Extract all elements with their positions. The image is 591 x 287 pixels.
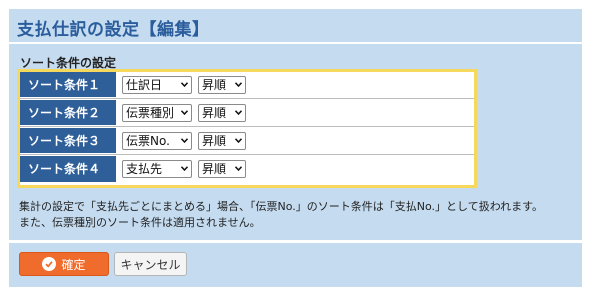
sort-row-2: ソート条件２ 伝票種別 昇順 (20, 100, 474, 127)
footer-divider (9, 240, 582, 243)
sort-row-1: ソート条件１ 仕訳日 昇順 (20, 72, 474, 99)
select-value: 伝票No. (126, 134, 170, 148)
sort-field-select-2[interactable]: 伝票種別 (122, 104, 192, 122)
page-title: 支払仕訳の設定【編集】 (17, 20, 210, 40)
sort-order-select-4[interactable]: 昇順 (198, 160, 246, 178)
select-value: 昇順 (202, 78, 227, 92)
note-line-2: また、伝票種別のソート条件は適用されません。 (19, 216, 261, 229)
cancel-button-label: キャンセル (120, 257, 181, 272)
settings-panel: 支払仕訳の設定【編集】 ソート条件の設定 ソート条件１ 仕訳日 昇順 ソート条件… (9, 9, 582, 287)
sort-row-3: ソート条件３ 伝票No. 昇順 (20, 128, 474, 155)
sort-field-select-3[interactable]: 伝票No. (122, 132, 192, 150)
chevron-down-icon (181, 166, 188, 171)
sort-field-select-1[interactable]: 仕訳日 (122, 76, 192, 94)
sort-row-label: ソート条件４ (20, 156, 116, 182)
sort-order-select-1[interactable]: 昇順 (198, 76, 246, 94)
chevron-down-icon (235, 110, 242, 115)
sort-row-label: ソート条件２ (20, 100, 116, 126)
select-value: 仕訳日 (126, 78, 163, 92)
cancel-button[interactable]: キャンセル (114, 252, 187, 276)
sort-row-label: ソート条件１ (20, 72, 116, 98)
title-divider (9, 42, 582, 44)
select-value: 昇順 (202, 134, 227, 148)
confirm-button-label: 確定 (61, 257, 86, 272)
sort-order-select-3[interactable]: 昇順 (198, 132, 246, 150)
sort-conditions-table: ソート条件１ 仕訳日 昇順 ソート条件２ 伝票種別 昇順 ソート条件３ 伝票No… (17, 69, 477, 188)
note-line-1: 集計の設定で「支払先ごとにまとめる」場合、「伝票No.」のソート条件は「支払No… (19, 200, 544, 213)
sort-order-select-2[interactable]: 昇順 (198, 104, 246, 122)
select-value: 昇順 (202, 162, 227, 176)
chevron-down-icon (181, 138, 188, 143)
check-circle-icon (42, 257, 57, 271)
select-value: 昇順 (202, 106, 227, 120)
chevron-down-icon (181, 82, 188, 87)
sort-field-select-4[interactable]: 支払先 (122, 160, 192, 178)
chevron-down-icon (235, 82, 242, 87)
chevron-down-icon (181, 110, 188, 115)
chevron-down-icon (235, 166, 242, 171)
select-value: 伝票種別 (126, 106, 175, 120)
chevron-down-icon (235, 138, 242, 143)
sort-row-label: ソート条件３ (20, 128, 116, 154)
confirm-button[interactable]: 確定 (19, 252, 109, 276)
select-value: 支払先 (126, 162, 163, 176)
sort-note: 集計の設定で「支払先ごとにまとめる」場合、「伝票No.」のソート条件は「支払No… (19, 199, 574, 231)
sort-row-4: ソート条件４ 支払先 昇順 (20, 156, 474, 183)
